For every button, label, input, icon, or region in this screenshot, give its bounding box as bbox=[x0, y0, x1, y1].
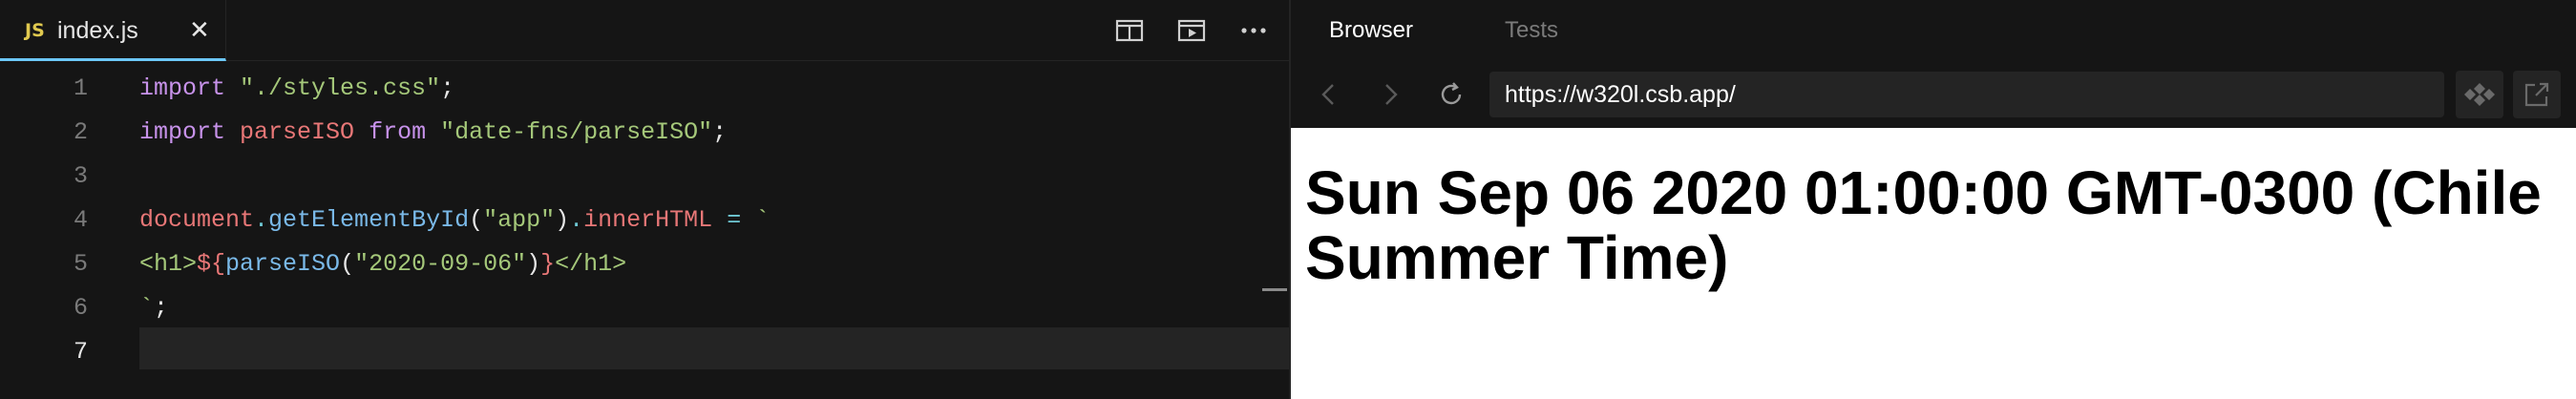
line-number: 4 bbox=[73, 206, 88, 234]
external-link-icon bbox=[2524, 82, 2549, 107]
line-number: 2 bbox=[73, 118, 88, 146]
active-line-highlight bbox=[139, 327, 1289, 369]
scrollbar-marker[interactable] bbox=[1262, 288, 1287, 291]
line-number-active: 7 bbox=[73, 338, 88, 366]
string-token: "date-fns/parseISO" bbox=[440, 118, 713, 146]
back-icon[interactable] bbox=[1314, 79, 1344, 110]
tab-filename: index.js bbox=[57, 17, 138, 44]
browser-viewport: Sun Sep 06 2020 01:00:00 GMT-0300 (Chile… bbox=[1291, 128, 2576, 399]
close-icon[interactable]: ✕ bbox=[189, 15, 210, 44]
dot-token: . bbox=[569, 206, 584, 234]
backtick-token: ` bbox=[755, 206, 771, 234]
browser-nav-bar bbox=[1291, 61, 2576, 128]
browser-preview-pane: Browser Tests Sun Sep 06 2020 01:00:00 G… bbox=[1289, 0, 2576, 399]
url-bar[interactable] bbox=[1489, 72, 2444, 117]
keyword-token: import bbox=[139, 74, 226, 102]
line-number: 3 bbox=[73, 162, 88, 190]
string-token: "app" bbox=[483, 206, 556, 234]
paren-token: ) bbox=[526, 250, 541, 278]
paren-token: ( bbox=[340, 250, 355, 278]
keyword-token: import bbox=[139, 118, 226, 146]
backtick-token: ` bbox=[139, 294, 155, 322]
refresh-icon[interactable] bbox=[1436, 79, 1467, 110]
line-number: 5 bbox=[73, 250, 88, 278]
function-token: getElementById bbox=[268, 206, 470, 234]
line-number: 6 bbox=[73, 294, 88, 322]
code-line-4[interactable]: document.getElementById("app").innerHTML… bbox=[139, 206, 770, 235]
assign-token: = bbox=[712, 206, 756, 234]
identifier-token: document bbox=[139, 206, 255, 234]
semicolon-token: ; bbox=[154, 294, 169, 322]
tab-index-js[interactable]: JS index.js ✕ bbox=[0, 0, 226, 61]
dot-token: . bbox=[254, 206, 269, 234]
page-heading: Sun Sep 06 2020 01:00:00 GMT-0300 (Chile… bbox=[1305, 158, 2542, 292]
preview-tab-bar: Browser Tests bbox=[1291, 0, 2576, 61]
identifier-token: parseISO bbox=[240, 118, 355, 146]
template-text-token: <h1> bbox=[139, 250, 198, 278]
interpolation-token: } bbox=[540, 250, 556, 278]
tab-tests[interactable]: Tests bbox=[1505, 17, 1558, 44]
open-new-window-button[interactable] bbox=[2513, 71, 2561, 118]
code-line-6[interactable]: `; bbox=[139, 294, 168, 323]
semicolon-token: ; bbox=[440, 74, 455, 102]
string-token: "./styles.css" bbox=[240, 74, 441, 102]
cube-grid-icon bbox=[2464, 83, 2495, 106]
function-token: parseISO bbox=[225, 250, 341, 278]
preview-icon[interactable] bbox=[1176, 15, 1207, 46]
template-text-token: </h1> bbox=[555, 250, 627, 278]
keyword-token: from bbox=[369, 118, 427, 146]
javascript-file-icon: JS bbox=[25, 20, 45, 41]
paren-token: ( bbox=[469, 206, 484, 234]
code-line-2[interactable]: import parseISO from "date-fns/parseISO"… bbox=[139, 118, 727, 147]
code-line-5[interactable]: <h1>${parseISO("2020-09-06")}</h1> bbox=[139, 250, 626, 279]
split-view-icon[interactable] bbox=[1114, 15, 1145, 46]
codesandbox-open-button[interactable] bbox=[2456, 71, 2503, 118]
string-token: "2020-09-06" bbox=[354, 250, 527, 278]
tab-browser[interactable]: Browser bbox=[1329, 17, 1413, 44]
semicolon-token: ; bbox=[712, 118, 728, 146]
code-editor-pane: JS index.js ✕ 1 2 3 4 5 6 7 import "./st… bbox=[0, 0, 1289, 399]
editor-tab-bar: JS index.js ✕ bbox=[0, 0, 1289, 61]
line-number: 1 bbox=[73, 74, 88, 102]
forward-icon[interactable] bbox=[1375, 79, 1405, 110]
url-input[interactable] bbox=[1489, 72, 2444, 117]
paren-token: ) bbox=[555, 206, 570, 234]
interpolation-token: ${ bbox=[197, 250, 226, 278]
more-options-icon[interactable] bbox=[1238, 15, 1269, 46]
property-token: innerHTML bbox=[583, 206, 713, 234]
code-line-1[interactable]: import "./styles.css"; bbox=[139, 74, 454, 103]
